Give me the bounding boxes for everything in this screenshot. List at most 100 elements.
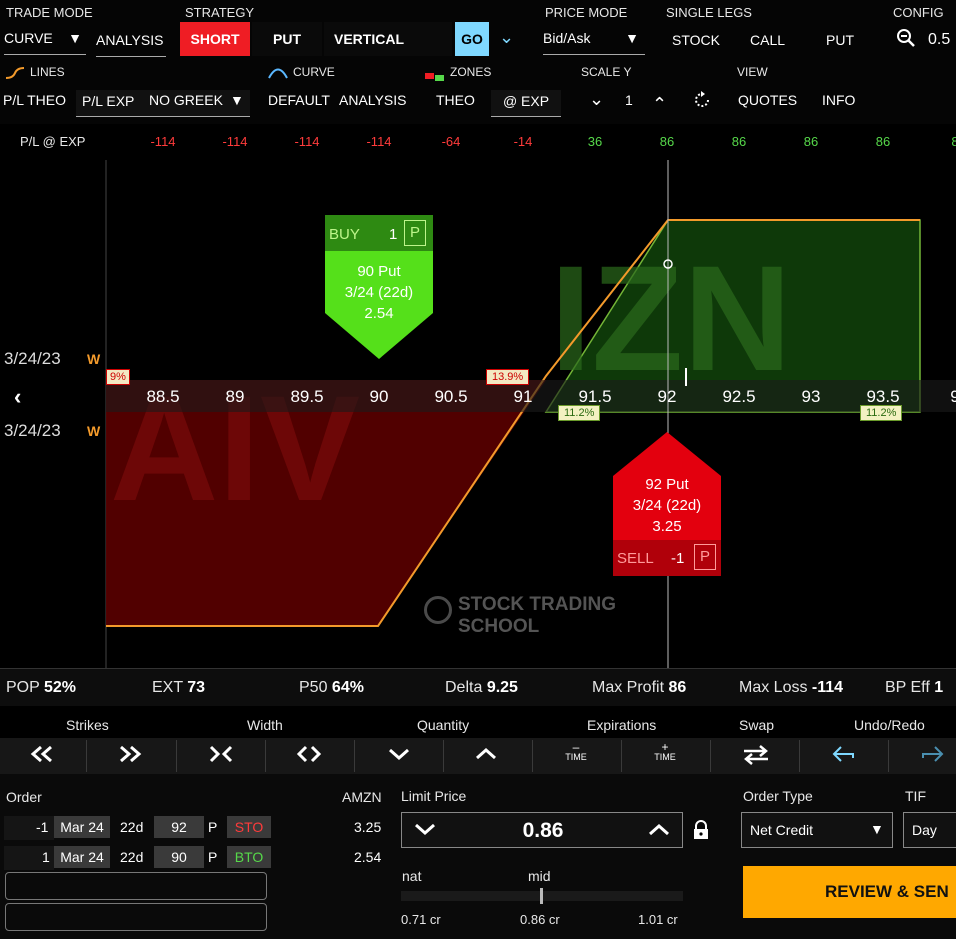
limit-price-field[interactable]: 0.86 <box>401 812 683 848</box>
chevron-down-icon[interactable]: ⌄ <box>499 27 514 48</box>
scale-y-label: SCALE Y <box>581 65 632 79</box>
pl-value: -114 <box>294 134 320 149</box>
info-button[interactable]: INFO <box>822 92 855 108</box>
scale-up-icon[interactable]: ⌃ <box>652 94 667 115</box>
at-exp-button[interactable]: @ EXP <box>491 90 561 117</box>
sell-strike: 92 Put <box>645 476 689 493</box>
call-button[interactable]: CALL <box>750 32 785 48</box>
time-minus-button[interactable]: – TIME <box>556 741 596 762</box>
strike-label: 93 <box>802 387 821 406</box>
iv-label: 11.2% <box>558 405 601 421</box>
order-leg-row[interactable]: -1 Mar 24 22d 92 P STO 3.25 <box>4 815 388 841</box>
tif-value: Day <box>912 822 937 838</box>
leg-action[interactable]: STO <box>227 816 271 838</box>
buy-leg-card[interactable]: BUY 1 P 90 Put 3/24 (22d) 2.54 <box>325 215 433 359</box>
lock-icon[interactable] <box>692 820 710 845</box>
pl-value: -14 <box>513 134 533 149</box>
leg-exp[interactable]: Mar 24 <box>54 816 110 838</box>
strikes-up-icon[interactable] <box>110 744 150 768</box>
divider <box>532 740 533 772</box>
greek-select[interactable]: NO GREEK <box>149 92 223 108</box>
pl-value: 86 <box>731 134 747 149</box>
short-button[interactable]: SHORT <box>180 22 250 56</box>
divider <box>443 740 444 772</box>
chevron-down-icon: ▼ <box>870 821 884 837</box>
curve-analysis-button[interactable]: ANALYSIS <box>339 92 406 108</box>
pl-exp-button[interactable]: P/L EXP <box>82 93 134 109</box>
leg-strike[interactable]: 92 <box>154 816 204 838</box>
strikes-down-icon[interactable] <box>22 744 62 768</box>
mid-price: 0.86 cr <box>520 912 560 927</box>
go-button[interactable]: GO <box>455 22 489 56</box>
price-mode-label: PRICE MODE <box>545 5 628 20</box>
divider <box>86 740 87 772</box>
vertical-button[interactable]: VERTICAL <box>324 22 452 56</box>
width-expand-icon[interactable] <box>289 744 329 768</box>
quotes-button[interactable]: QUOTES <box>738 92 797 108</box>
leg-dte: 22d <box>120 849 144 865</box>
pl-value: -64 <box>441 134 461 149</box>
scale-value: 1 <box>625 92 633 108</box>
put-leg-button[interactable]: PUT <box>826 32 854 48</box>
buy-leg-details: 90 Put 3/24 (22d) 2.54 <box>325 261 433 324</box>
swap-label: Swap <box>739 717 775 733</box>
price-up-icon[interactable] <box>648 821 670 844</box>
stock-button[interactable]: STOCK <box>672 32 720 48</box>
put-strategy-button[interactable]: PUT <box>252 22 322 56</box>
analysis-button[interactable]: ANALYSIS <box>96 32 166 57</box>
strike-label: 91 <box>514 387 533 406</box>
pl-exp-row: P/L @ EXP -114 -114 -114 -114 -64 -14 36 86 86 86… <box>0 124 956 160</box>
sell-type-badge: P <box>694 544 716 570</box>
expirations-label: Expirations <box>587 717 657 733</box>
pl-exp-group: P/L EXP NO GREEK ▼ <box>76 90 250 117</box>
zoom-icon[interactable] <box>896 28 916 48</box>
default-button[interactable]: DEFAULT <box>268 92 330 108</box>
limit-price-label: Limit Price <box>401 788 467 804</box>
plus-icon: + <box>661 740 669 754</box>
pl-theo-button[interactable]: P/L THEO <box>3 92 66 108</box>
divider <box>888 740 889 772</box>
sell-leg-card[interactable]: 92 Put 3/24 (22d) 3.25 SELL -1 P <box>613 432 721 576</box>
order-type-select[interactable]: Net Credit ▼ <box>741 812 893 848</box>
order-leg-row[interactable]: 1 Mar 24 22d 90 P BTO 2.54 <box>4 845 388 871</box>
tif-select[interactable]: Day <box>903 812 956 848</box>
leg-exp[interactable]: Mar 24 <box>54 846 110 868</box>
price-mode-select[interactable]: Bid/Ask ▼ <box>543 30 645 55</box>
redo-icon[interactable] <box>912 744 952 768</box>
price-slider[interactable] <box>401 888 683 904</box>
width-narrow-icon[interactable] <box>201 744 241 768</box>
review-send-button[interactable]: REVIEW & SEN <box>743 866 956 918</box>
quantity-label: Quantity <box>417 717 470 733</box>
empty-leg-slot[interactable] <box>5 872 267 900</box>
trade-mode-select[interactable]: CURVE ▼ <box>4 30 86 55</box>
chevron-left-icon[interactable]: ‹ <box>14 384 21 410</box>
chevron-down-icon[interactable]: ▼ <box>230 92 244 108</box>
scale-down-icon[interactable]: ⌄ <box>589 89 604 110</box>
order-type-value: Net Credit <box>750 822 814 838</box>
strike-label: 90.5 <box>434 387 467 406</box>
iv-label: 13.9% <box>486 369 530 385</box>
risk-profile-chart[interactable]: AIV IZN 88.5 89 89.5 90 90.5 91 91.5 92 92.5 93 93… <box>0 160 956 668</box>
width-label: Width <box>247 717 283 733</box>
buy-side-label: BUY <box>329 226 360 243</box>
chevron-down-icon: ▼ <box>625 30 639 46</box>
reset-icon[interactable] <box>692 90 712 110</box>
leg-action[interactable]: BTO <box>227 846 271 868</box>
ext-stat: EXT 73 <box>152 679 206 696</box>
pl-value: -114 <box>366 134 392 149</box>
iv-label: 9% <box>106 369 130 385</box>
slider-thumb[interactable] <box>540 888 543 904</box>
leg-strike[interactable]: 90 <box>154 846 204 868</box>
strikes-label: Strikes <box>66 717 109 733</box>
config-label: CONFIG <box>893 5 944 20</box>
zones-icon <box>425 68 445 81</box>
order-title: Order <box>6 789 42 805</box>
undo-icon[interactable] <box>824 744 864 768</box>
theo-button[interactable]: THEO <box>436 92 475 108</box>
quantity-down-icon[interactable] <box>379 744 419 768</box>
quantity-up-icon[interactable] <box>466 744 506 768</box>
time-plus-button[interactable]: + TIME <box>645 740 685 762</box>
empty-leg-slot[interactable] <box>5 903 267 931</box>
swap-icon[interactable] <box>736 744 776 768</box>
sell-leg-details: 92 Put 3/24 (22d) 3.25 <box>613 474 721 537</box>
